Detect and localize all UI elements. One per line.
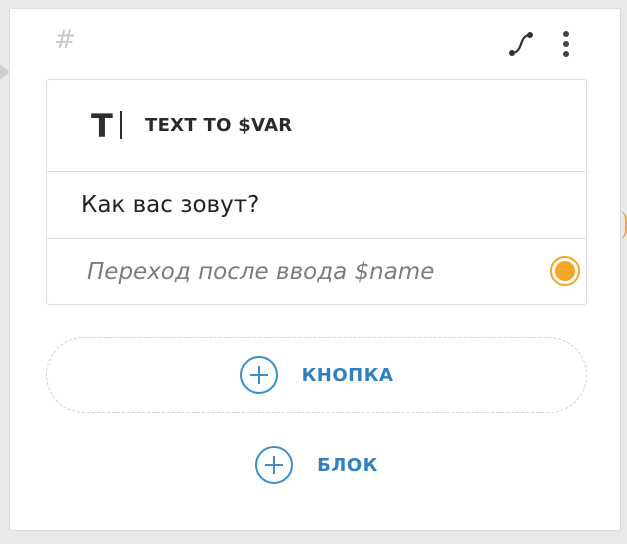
- cursor-bar: [120, 110, 122, 139]
- more-vertical-icon[interactable]: [558, 29, 574, 59]
- transition-row[interactable]: Переход после ввода $name: [47, 239, 586, 305]
- plus-icon: [255, 446, 294, 484]
- add-block-label: БЛОК: [317, 454, 378, 476]
- type-glyph: T: [91, 106, 113, 145]
- block-header: T TEXT TO $VAR: [47, 80, 586, 172]
- text-to-var-block: T TEXT TO $VAR Как вас зовут? Переход по…: [46, 79, 587, 305]
- flow-block-card: # T TEXT TO $VAR Как вас зовут? Переход …: [9, 8, 621, 531]
- add-button-label: КНОПКА: [301, 364, 394, 386]
- add-block-button[interactable]: БЛОК: [46, 443, 587, 487]
- transition-connector-dot[interactable]: [550, 256, 580, 286]
- add-button-button[interactable]: КНОПКА: [46, 337, 587, 413]
- block-title: TEXT TO $VAR: [145, 115, 293, 136]
- transition-label: Переход после ввода $name: [87, 259, 435, 285]
- connector-dot-inner: [555, 261, 575, 281]
- block-id-hash: #: [54, 25, 76, 55]
- route-icon[interactable]: [506, 29, 536, 59]
- block-question-text[interactable]: Как вас зовут?: [47, 172, 586, 239]
- plus-icon: [239, 356, 278, 394]
- text-cursor-icon: T: [91, 109, 125, 143]
